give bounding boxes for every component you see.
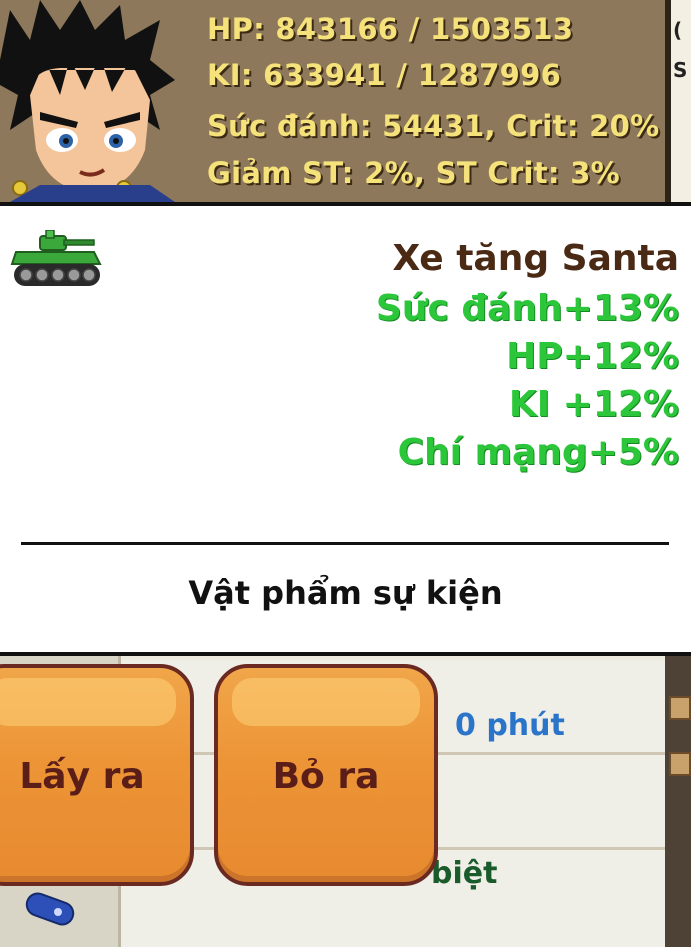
take-out-button[interactable]: Lấy ra <box>0 664 194 886</box>
list-item-text: 0 phút <box>455 708 565 743</box>
character-stats-panel: HP: 843166 / 1503513 KI: 633941 / 128799… <box>0 0 691 202</box>
defense-stat: Giảm ST: 2%, ST Crit: 3% <box>207 156 621 190</box>
item-name: Xe tăng Santa <box>392 238 679 279</box>
button-highlight <box>0 678 176 726</box>
scroll-tile <box>669 752 691 776</box>
item-category: Vật phẩm sự kiện <box>188 574 503 612</box>
clipped-text-fragment: S <box>673 58 688 82</box>
button-highlight <box>232 678 420 726</box>
tank-icon <box>10 230 102 286</box>
ki-stat: KI: 633941 / 1287996 <box>207 58 562 92</box>
discard-button-label: Bỏ ra <box>272 756 380 797</box>
take-out-button-label: Lấy ra <box>19 756 145 797</box>
discard-button[interactable]: Bỏ ra <box>214 664 438 886</box>
hp-stat: HP: 843166 / 1503513 <box>207 12 574 46</box>
item-detail-panel: Xe tăng Santa Sức đánh+13% HP+12% KI +12… <box>0 202 691 656</box>
item-bonus-crit: Chí mạng+5% <box>397 432 679 473</box>
scrollbar[interactable] <box>665 656 691 947</box>
item-bonus-hp: HP+12% <box>506 336 679 377</box>
item-bonus-ki: KI +12% <box>508 384 679 425</box>
attack-stat: Sức đánh: 54431, Crit: 20% <box>207 109 660 143</box>
item-bonus-attack: Sức đánh+13% <box>375 288 679 329</box>
list-item-text: biệt <box>431 856 498 891</box>
clipped-text-fragment: ( <box>673 18 683 42</box>
scroll-tile <box>669 696 691 720</box>
capsule-icon <box>25 892 75 926</box>
character-avatar <box>0 0 180 202</box>
side-panel-edge: ( S <box>671 0 691 202</box>
separator-line <box>21 542 669 545</box>
